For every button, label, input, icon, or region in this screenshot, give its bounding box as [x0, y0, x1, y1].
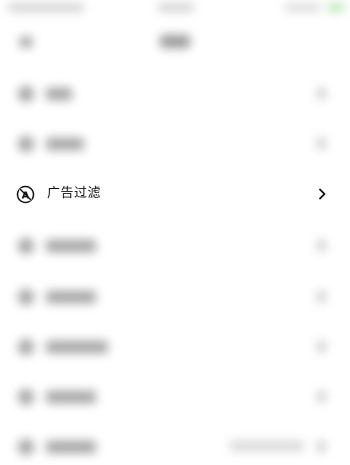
- settings-row: [0, 126, 350, 162]
- chevron-right-icon: [318, 341, 325, 352]
- setting-value: [230, 441, 304, 451]
- page-title: [160, 35, 190, 48]
- setting-icon: [18, 389, 34, 405]
- setting-icon: [18, 86, 34, 102]
- settings-row: [0, 329, 350, 365]
- back-icon: [20, 37, 32, 47]
- settings-row: [0, 279, 350, 315]
- blurred-background: [0, 0, 350, 463]
- chevron-right-icon: [318, 88, 325, 99]
- chevron-right-icon: [318, 441, 325, 452]
- settings-row: [0, 76, 350, 112]
- chevron-right-icon: [318, 291, 325, 302]
- setting-icon: [18, 439, 34, 455]
- battery-icon: [328, 3, 344, 12]
- setting-label: [46, 291, 96, 303]
- ad-block-icon: A: [16, 185, 35, 204]
- setting-icon: [18, 339, 34, 355]
- settings-row: [0, 228, 350, 264]
- ad-filter-row[interactable]: A 广告过滤: [0, 174, 350, 214]
- status-bar: [0, 0, 350, 20]
- ad-filter-label: 广告过滤: [47, 186, 102, 201]
- chevron-right-icon: [318, 240, 325, 251]
- settings-row: [0, 429, 350, 465]
- setting-icon: [18, 289, 34, 305]
- setting-label: [46, 138, 84, 150]
- setting-label: [46, 88, 72, 100]
- chevron-right-icon: [318, 138, 325, 149]
- setting-icon: [18, 136, 34, 152]
- setting-label: [46, 240, 96, 252]
- status-bar-time: [158, 4, 194, 11]
- setting-label: [46, 391, 96, 403]
- chevron-right-icon: [318, 391, 325, 402]
- status-bar-left: [8, 4, 84, 11]
- setting-icon: [18, 238, 34, 254]
- navigation-bar: [0, 24, 350, 60]
- setting-label: [46, 441, 96, 453]
- settings-row: [0, 379, 350, 415]
- setting-label: [46, 341, 108, 353]
- status-bar-right: [285, 4, 321, 11]
- chevron-right-icon: [317, 187, 327, 201]
